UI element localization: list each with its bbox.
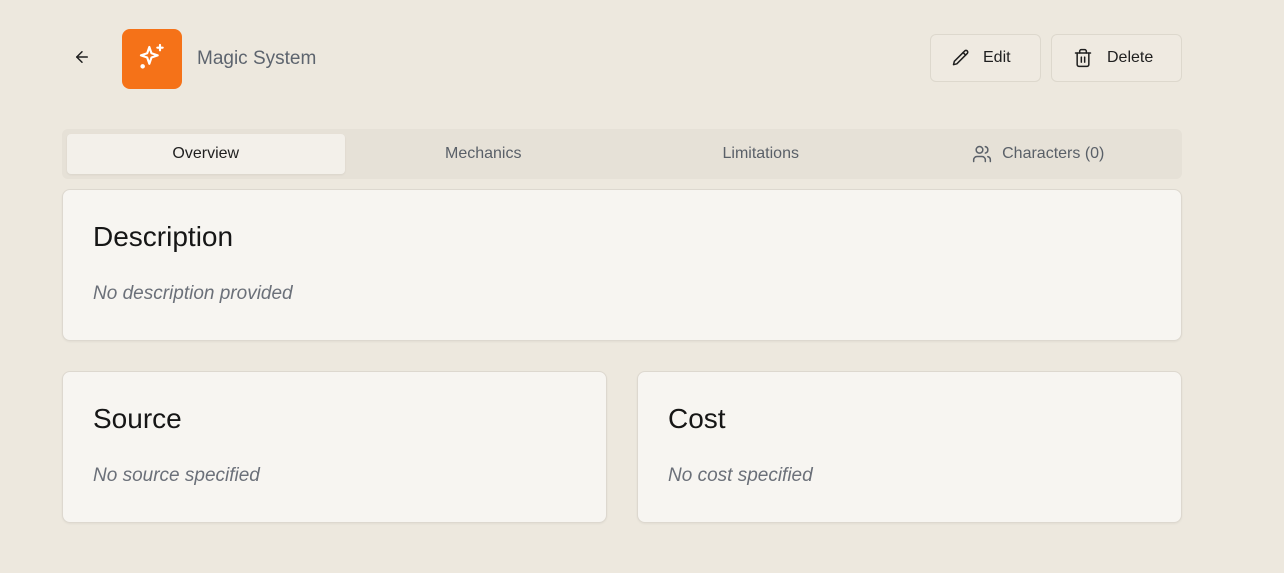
source-card: Source No source specified [62,371,607,523]
users-icon [972,144,992,164]
page-title: Magic System [197,48,317,69]
empty-state-text: No source specified [93,465,260,486]
tab-mechanics[interactable]: Mechanics [345,134,623,174]
delete-button[interactable]: Delete [1051,34,1182,82]
empty-state-text: No cost specified [668,465,813,486]
trash-icon [1073,48,1093,68]
empty-state-text: No description provided [93,283,293,304]
edit-button[interactable]: Edit [930,34,1041,82]
cost-card: Cost No cost specified [637,371,1182,523]
sparkles-icon [136,41,168,78]
card-title: Description [93,221,234,252]
edit-button-label: Edit [983,49,1011,66]
card-title: Cost [668,403,726,434]
app-icon-tile [122,29,182,89]
tab-label: Limitations [722,145,799,162]
tab-characters[interactable]: Characters (0) [900,134,1178,174]
tab-overview[interactable]: Overview [67,134,345,174]
description-card: Description No description provided [62,189,1182,341]
tab-label: Overview [172,145,240,162]
tab-bar: Overview Mechanics Limitations Character… [62,129,1182,179]
tab-label: Characters (0) [1002,145,1105,162]
card-title: Source [93,403,182,434]
delete-button-label: Delete [1107,49,1154,66]
arrow-left-icon [73,48,91,71]
back-button[interactable] [62,43,102,75]
pencil-icon [951,48,971,68]
page-header: Magic System Edit Delete [62,29,1182,89]
tab-limitations[interactable]: Limitations [622,134,900,174]
tab-label: Mechanics [445,145,522,162]
